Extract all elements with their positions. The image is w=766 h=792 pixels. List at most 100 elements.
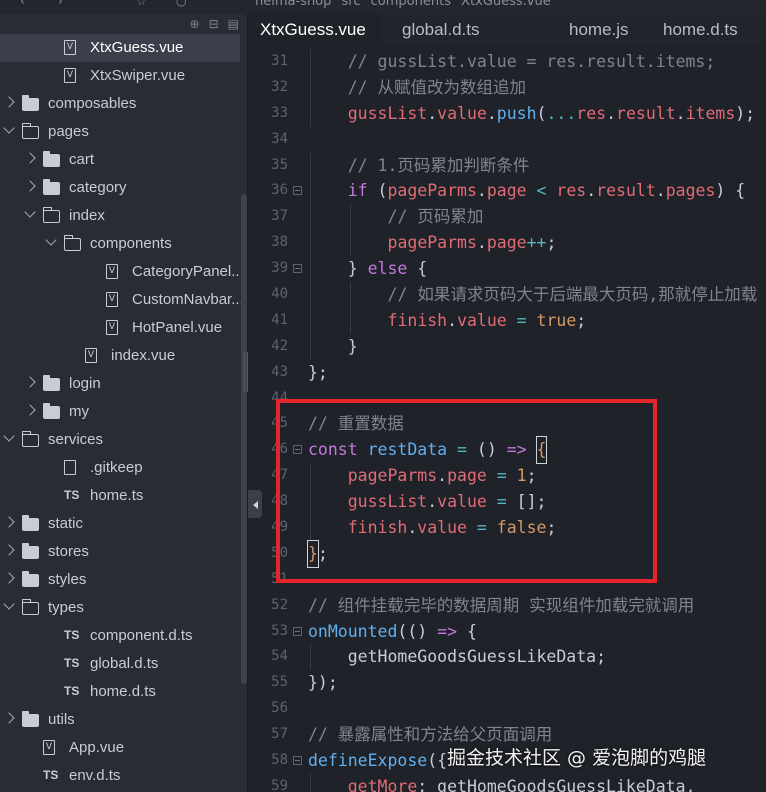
- code-token: .: [606, 103, 617, 123]
- tree-item[interactable]: stores: [0, 538, 240, 566]
- breadcrumb-item[interactable]: src: [342, 0, 361, 9]
- tree-item[interactable]: Vindex.vue: [0, 342, 240, 370]
- tree-item-label: .gitkeep: [90, 459, 143, 476]
- tree-item[interactable]: V XtxSwiper.vue: [0, 62, 240, 90]
- tab-xtxguess[interactable]: XtxGuess.vue: [248, 14, 381, 45]
- tree-item[interactable]: V HotPanel.vue: [0, 314, 240, 342]
- locate-file-icon[interactable]: ⊕: [190, 17, 200, 31]
- tree-item-label: App.vue: [69, 739, 125, 756]
- fold-toggle-icon[interactable]: [293, 756, 302, 766]
- star-icon[interactable]: ☆: [136, 0, 147, 8]
- tree-item-label: home.d.ts: [90, 683, 156, 700]
- tree-item[interactable]: composables: [0, 90, 240, 118]
- tree-item[interactable]: utils: [0, 706, 240, 734]
- tree-item[interactable]: services: [0, 426, 240, 454]
- tree-item[interactable]: .gitkeep: [0, 454, 240, 482]
- chevron-right-icon[interactable]: [24, 376, 36, 388]
- tree-item[interactable]: index: [0, 202, 240, 230]
- fold-toggle-icon[interactable]: [293, 186, 302, 196]
- line-number: 53: [271, 622, 288, 639]
- tree-item[interactable]: my: [0, 398, 240, 426]
- history-icon[interactable]: ○: [176, 0, 186, 8]
- chevron-right-icon[interactable]: [3, 572, 15, 584]
- chevron-down-icon[interactable]: [3, 430, 15, 442]
- indent-guide: [310, 49, 311, 75]
- chevron-down-icon[interactable]: [45, 234, 57, 246]
- tab-global-d-ts[interactable]: global.d.ts: [381, 14, 516, 45]
- tree-item[interactable]: V CategoryPanel...: [0, 258, 244, 286]
- chevron-right-icon[interactable]: [3, 712, 15, 724]
- code-token: ,: [685, 776, 696, 792]
- sidebar-scrollbar[interactable]: [241, 194, 247, 684]
- code-token: ;: [317, 543, 328, 563]
- tree-item[interactable]: V App.vue: [0, 734, 240, 762]
- explorer-menu-icon[interactable]: ▤: [228, 17, 239, 31]
- tree-item[interactable]: TS component.d.ts: [0, 622, 240, 650]
- code-token: value: [437, 492, 487, 512]
- chevron-down-icon[interactable]: [24, 206, 36, 218]
- fold-toggle-icon[interactable]: [293, 626, 302, 636]
- indent-guide: [310, 178, 311, 205]
- indent-guide: [310, 489, 311, 516]
- code-token: value: [457, 310, 507, 330]
- tree-item[interactable]: login: [0, 370, 240, 398]
- tree-item-label: composables: [48, 95, 137, 112]
- chevron-right-icon[interactable]: [3, 516, 15, 528]
- tree-item-label: login: [69, 375, 101, 392]
- indent-guide: [310, 204, 311, 231]
- code-text: getHomeGoodsGuessLikeData;: [348, 644, 606, 670]
- line-number: 45: [271, 415, 288, 432]
- tree-item[interactable]: TS env.d.ts: [0, 762, 240, 790]
- code-token: if: [347, 181, 368, 201]
- tree-item-label: styles: [48, 571, 87, 588]
- tree-item[interactable]: TS global.d.ts: [0, 650, 240, 678]
- tree-item[interactable]: styles: [0, 566, 240, 594]
- breadcrumb-item[interactable]: components: [371, 0, 451, 9]
- forward-icon[interactable]: ›: [58, 0, 63, 8]
- code-token: =: [466, 518, 497, 538]
- chevron-right-icon[interactable]: [24, 404, 36, 416]
- vue-file-icon: V: [43, 740, 55, 755]
- indent-guide: [310, 644, 311, 671]
- tree-item-label: component.d.ts: [90, 627, 193, 644]
- tree-item-label: types: [48, 599, 84, 616]
- code-token: getMore: [347, 776, 418, 792]
- code-token: // 暴露属性和方法给父页面调用: [308, 725, 553, 745]
- tree-item[interactable]: TS home.ts: [0, 482, 240, 510]
- line-number: 58: [271, 752, 288, 769]
- tree-item[interactable]: TS home.d.ts: [0, 678, 240, 706]
- code-token: // 1.页码累加判断条件: [347, 155, 530, 175]
- tree-item[interactable]: category: [0, 174, 240, 202]
- chevron-right-icon[interactable]: [3, 96, 15, 108]
- code-token: onMounted: [308, 621, 398, 641]
- line-number: 37: [271, 208, 288, 225]
- tree-item[interactable]: static: [0, 510, 240, 538]
- chevron-down-icon[interactable]: [3, 598, 15, 610]
- chevron-down-icon[interactable]: [3, 122, 15, 134]
- code-line: 41 finish.value = true;: [248, 307, 766, 334]
- chevron-right-icon[interactable]: [24, 180, 36, 192]
- tab-home-js[interactable]: home.js: [516, 14, 636, 45]
- tab-home-d-ts[interactable]: home.d.ts: [636, 14, 754, 45]
- folder-icon: [43, 375, 60, 391]
- tree-item[interactable]: V XtxGuess.vue: [0, 34, 240, 62]
- tree-item[interactable]: V CustomNavbar...: [0, 286, 244, 314]
- chevron-right-icon[interactable]: [3, 544, 15, 556]
- tree-item-label: my: [69, 403, 89, 420]
- breadcrumb-item[interactable]: XtxGuess.vue: [461, 0, 551, 9]
- breadcrumb-item[interactable]: heima-shop: [255, 0, 331, 9]
- fold-toggle-icon[interactable]: [293, 445, 302, 455]
- code-area[interactable]: 31// gussList.value = res.result.items; 3…: [248, 49, 766, 792]
- back-icon[interactable]: ‹: [20, 0, 25, 8]
- tree-item-label: category: [69, 179, 127, 196]
- fold-toggle-icon[interactable]: [293, 264, 302, 274]
- tree-item[interactable]: components: [0, 230, 240, 258]
- tree-item[interactable]: cart: [0, 146, 240, 174]
- tree-item[interactable]: pages: [0, 118, 240, 146]
- chevron-right-icon[interactable]: [24, 152, 36, 164]
- tree-item[interactable]: types: [0, 594, 240, 622]
- code-token: .: [476, 181, 487, 201]
- code-text: };: [308, 360, 328, 386]
- collapse-all-icon[interactable]: ⊟: [209, 17, 219, 31]
- line-number: 44: [271, 389, 288, 406]
